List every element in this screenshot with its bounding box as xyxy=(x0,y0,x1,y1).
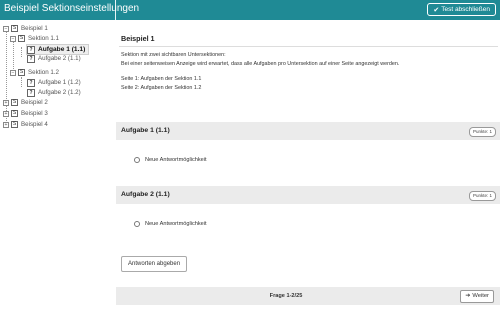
tree-item-sektion-1-2[interactable]: − S Sektion 1.2 xyxy=(10,68,59,77)
tree-item-label: Aufgabe 2 (1.1) xyxy=(38,55,81,62)
expand-icon[interactable]: + xyxy=(3,110,9,117)
tree-item-beispiel-4[interactable]: + S Beispiel 4 xyxy=(3,120,48,129)
tree-item-label: Sektion 1.1 xyxy=(28,35,59,42)
section-divider xyxy=(119,46,498,47)
task-title: Aufgabe 2 (1.1) xyxy=(121,191,170,198)
check-circle-icon: ✔ xyxy=(433,6,440,14)
tree-item-sektion-1-1[interactable]: − S Sektion 1.1 xyxy=(10,34,59,43)
points-badge: Punkte: 1 xyxy=(468,191,496,201)
section-icon: S xyxy=(11,25,18,32)
section-description: Beispiel 1 Sektion mit zwei sichtbaren U… xyxy=(116,26,498,131)
radio-button[interactable] xyxy=(134,221,140,227)
tree-item-label: Aufgabe 1 (1.2) xyxy=(38,79,81,86)
question-icon: ? xyxy=(27,45,35,54)
next-button[interactable]: ➔ Weiter xyxy=(460,290,494,303)
points-badge: Punkte: 1 xyxy=(468,127,496,137)
tree-item-aufgabe-2-1-2[interactable]: ? Aufgabe 2 (1.2) xyxy=(27,88,81,97)
task-title: Aufgabe 1 (1.1) xyxy=(121,127,170,134)
tree-connector xyxy=(21,77,22,87)
tree-item-beispiel-3[interactable]: + S Beispiel 3 xyxy=(3,109,48,118)
page-indicator: Frage 1-2/25 xyxy=(269,293,303,299)
tree-item-label: Sektion 1.2 xyxy=(28,69,59,76)
tree-item-beispiel-1[interactable]: − S Beispiel 1 xyxy=(3,24,48,33)
answer-label: Neue Antwortmöglichkeit xyxy=(145,157,207,163)
tree-connector xyxy=(21,47,22,57)
section-text-line: Seite 1: Aufgaben der Sektion 1.1 xyxy=(121,76,202,82)
answer-option[interactable]: Neue Antwortmöglichkeit xyxy=(134,221,207,227)
expand-icon[interactable]: + xyxy=(3,99,9,106)
section-text-line: Seite 2: Aufgaben der Sektion 1.2 xyxy=(121,85,202,91)
submit-answers-button[interactable]: Antworten abgeben xyxy=(121,256,188,272)
task-header: Aufgabe 1 (1.1) Punkte: 1 xyxy=(116,122,500,140)
tree-item-label: Aufgabe 1 (1.1) xyxy=(38,46,86,53)
tree-item-label: Beispiel 3 xyxy=(21,110,48,117)
tree-item-aufgabe-1-1-2[interactable]: ? Aufgabe 1 (1.2) xyxy=(27,78,81,87)
tree-item-label: Beispiel 4 xyxy=(21,121,48,128)
tree-item-label: Beispiel 1 xyxy=(21,25,48,32)
section-icon: S xyxy=(18,69,25,76)
pagination-bar: Frage 1-2/25 ➔ Weiter xyxy=(116,287,500,305)
answer-option[interactable]: Neue Antwortmöglichkeit xyxy=(134,157,207,163)
section-text-line: Sektion mit zwei sichtbaren Untersektion… xyxy=(121,52,226,58)
navigation-tree: − S Beispiel 1 − S Sektion 1.1 ? Aufgabe… xyxy=(0,20,114,312)
section-text-line: Bei einer seitenweisen Anzeige wird erwa… xyxy=(121,61,400,67)
section-title: Beispiel 1 xyxy=(121,34,155,43)
tree-item-aufgabe-2-1-1[interactable]: ? Aufgabe 2 (1.1) xyxy=(27,54,81,63)
task-header: Aufgabe 2 (1.1) Punkte: 1 xyxy=(116,186,500,204)
question-icon: ? xyxy=(27,78,35,87)
finish-test-button[interactable]: ✔ Test abschließen xyxy=(427,3,496,16)
app-title: Beispiel Sektionseinstellungen xyxy=(4,3,140,14)
section-icon: S xyxy=(11,121,18,128)
collapse-icon[interactable]: − xyxy=(3,25,9,32)
finish-test-label: Test abschließen xyxy=(441,6,490,13)
collapse-icon[interactable]: − xyxy=(10,35,16,42)
expand-icon[interactable]: + xyxy=(3,121,9,128)
section-icon: S xyxy=(11,110,18,117)
header-divider xyxy=(115,0,116,20)
main-content: Beispiel 1 Sektion mit zwei sichtbaren U… xyxy=(116,20,500,312)
next-label: Weiter xyxy=(472,293,489,299)
collapse-icon[interactable]: − xyxy=(10,69,16,76)
arrow-right-circle-icon: ➔ xyxy=(465,293,471,299)
tree-item-label: Beispiel 2 xyxy=(21,99,48,106)
section-icon: S xyxy=(11,99,18,106)
question-icon: ? xyxy=(27,88,35,97)
answer-label: Neue Antwortmöglichkeit xyxy=(145,221,207,227)
radio-button[interactable] xyxy=(134,157,140,163)
tree-item-beispiel-2[interactable]: + S Beispiel 2 xyxy=(3,98,48,107)
tree-item-label: Aufgabe 2 (1.2) xyxy=(38,89,81,96)
section-icon: S xyxy=(18,35,25,42)
top-bar: Beispiel Sektionseinstellungen ✔ Test ab… xyxy=(0,0,500,20)
question-icon: ? xyxy=(27,54,35,63)
